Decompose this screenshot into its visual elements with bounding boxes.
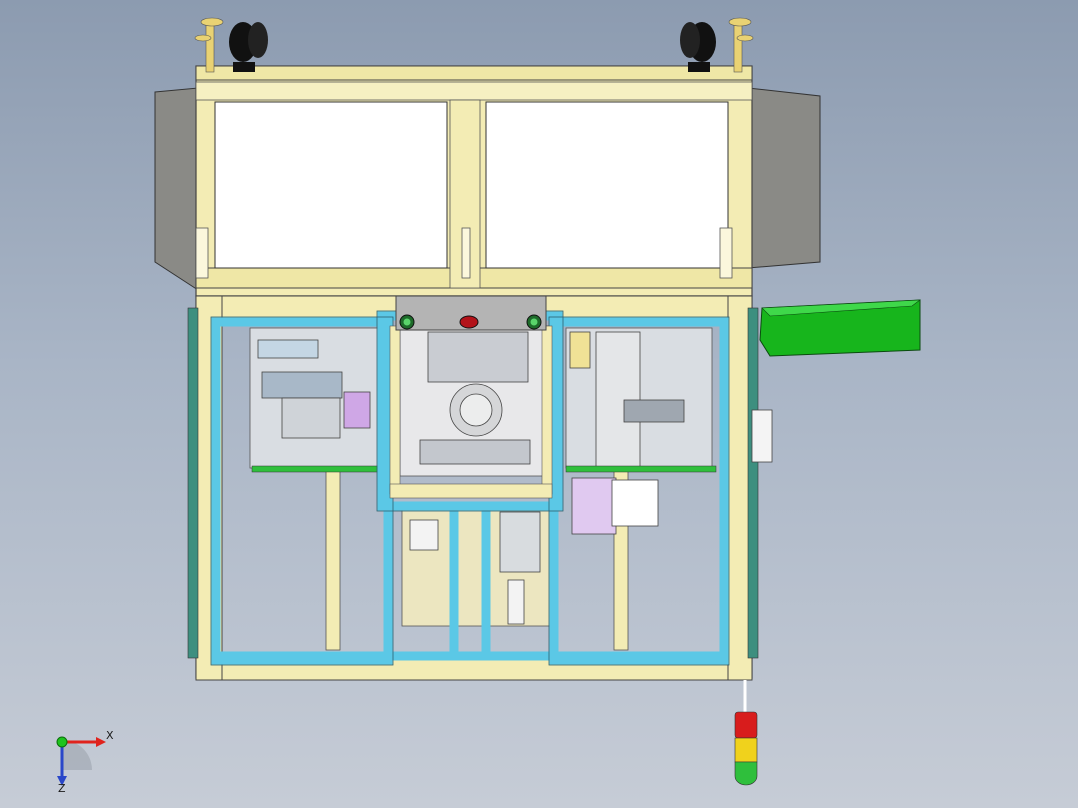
- right-side-cover: [747, 87, 821, 269]
- lift-handle-right: [680, 22, 716, 72]
- hood-crossbar: [195, 81, 753, 101]
- hood-window-right: [485, 101, 729, 269]
- mount-plate-left: [251, 465, 381, 473]
- hinge-center-left: [461, 227, 471, 279]
- top-post-right: [728, 17, 754, 73]
- left-side-cover: [154, 87, 199, 291]
- cad-viewport[interactable]: X Z: [0, 0, 1078, 808]
- stack-light: [734, 711, 758, 786]
- hinge-right: [719, 227, 733, 279]
- center-frame-bottom: [389, 483, 553, 499]
- top-post-left: [194, 17, 224, 73]
- x-axis-arrow-icon: [96, 737, 106, 747]
- x-axis-label: X: [106, 729, 114, 742]
- center-frame-inner: [389, 325, 401, 495]
- machine-model[interactable]: [0, 0, 1078, 808]
- hinge-left: [195, 227, 209, 279]
- panel-button-left[interactable]: [399, 314, 415, 330]
- side-panel-right: [747, 307, 759, 659]
- z-axis-label: Z: [58, 782, 66, 792]
- panel-button-stop[interactable]: [459, 315, 479, 329]
- hood-top-rail: [195, 65, 753, 81]
- side-panel-left: [187, 307, 199, 659]
- inner-post-left: [325, 469, 341, 651]
- center-frame-inner-right: [541, 325, 553, 495]
- panel-button-right[interactable]: [526, 314, 542, 330]
- coordinate-triad: X Z: [56, 729, 114, 792]
- y-axis-origin-icon: [56, 736, 68, 748]
- mount-plate-right: [565, 465, 717, 473]
- lift-handle-left: [229, 22, 268, 72]
- hood-window-left: [214, 101, 448, 269]
- side-box-right: [751, 409, 773, 463]
